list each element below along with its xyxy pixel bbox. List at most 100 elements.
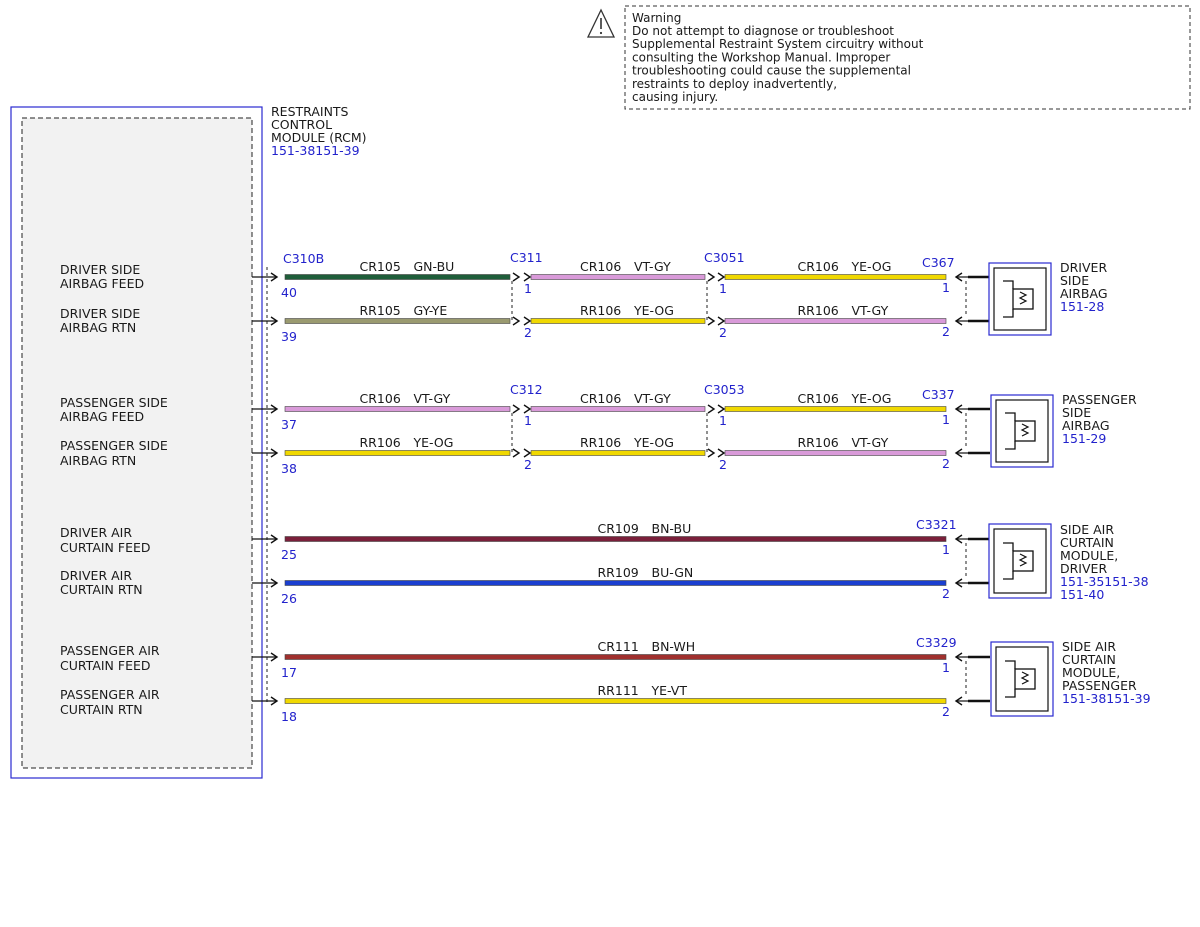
circuit-number: RR105 <box>360 303 401 318</box>
connector-pin-number: 2 <box>719 457 727 472</box>
end-connector-id: C337 <box>922 387 955 402</box>
device-module <box>990 641 1054 717</box>
wire-feed <box>724 406 947 412</box>
device-module <box>988 523 1052 599</box>
rcm-pin-number: 38 <box>281 461 297 476</box>
end-pin-number: 2 <box>942 324 950 339</box>
device-inner-border <box>993 267 1047 331</box>
wire-feed <box>530 274 706 280</box>
circuit-number: CR105 <box>360 259 401 274</box>
wire-color-code: YE-VT <box>651 683 688 698</box>
wire-color-code: VT-GY <box>852 303 889 318</box>
rcm-signal-label: PASSENGER SIDE <box>60 438 168 453</box>
circuit-number: CR109 <box>598 521 639 536</box>
end-pin-number: 1 <box>942 412 950 427</box>
pin-chevron <box>512 448 521 458</box>
end-pin-number: 1 <box>942 660 950 675</box>
wire-color-code: VT-GY <box>414 391 451 406</box>
wire-return <box>530 450 706 456</box>
connector-pin-number: 2 <box>524 325 532 340</box>
pin-chevron <box>707 272 716 282</box>
inline-connector-id: C311 <box>510 250 543 265</box>
wire-color-code: BU-GN <box>652 565 694 580</box>
pin-chevron <box>717 404 726 414</box>
rcm-pin-number: 40 <box>281 285 297 300</box>
rcm-pin-number: 17 <box>281 665 297 680</box>
warning-line: Do not attempt to diagnose or troublesho… <box>632 24 894 38</box>
circuit-number: CR106 <box>580 259 621 274</box>
pin-chevron <box>717 316 726 326</box>
pin-chevron <box>523 316 532 326</box>
wire-return <box>724 450 947 456</box>
rcm-signal-label: DRIVER SIDE <box>60 306 140 321</box>
wire-return <box>284 450 511 456</box>
rcm-signal-label: CURTAIN FEED <box>60 658 151 673</box>
rcm-signal-label: DRIVER SIDE <box>60 262 140 277</box>
wiring-diagram: Warning Do not attempt to diagnose or tr… <box>10 5 1191 779</box>
wire-feed <box>284 654 947 660</box>
wire-color-code: VT-GY <box>852 435 889 450</box>
rcm-pin-number: 37 <box>281 417 297 432</box>
inline-connector-id: C3053 <box>704 382 745 397</box>
end-connector-id: C3329 <box>916 635 957 650</box>
rcm-signal-label: AIRBAG RTN <box>60 453 136 468</box>
device-module <box>990 394 1054 468</box>
circuit-number: CR106 <box>580 391 621 406</box>
warning-title: Warning <box>632 11 681 25</box>
wire-color-code: YE-OG <box>851 391 892 406</box>
wire-return <box>284 318 511 324</box>
wire-color-code: YE-OG <box>851 259 892 274</box>
circuit-number: RR111 <box>598 683 639 698</box>
wire-return <box>724 318 947 324</box>
rcm-signal-label: AIRBAG RTN <box>60 320 136 335</box>
end-pin-number: 1 <box>942 280 950 295</box>
circuit-number: CR106 <box>798 259 839 274</box>
warning-line: consulting the Workshop Manual. Improper <box>632 50 890 64</box>
rcm-pin-number: 39 <box>281 329 297 344</box>
rcm-signal-label: DRIVER AIR <box>60 568 132 583</box>
rcm-signal-label: AIRBAG FEED <box>60 409 144 424</box>
rcm-signal-label: CURTAIN RTN <box>60 702 143 717</box>
rcm-signal-label: CURTAIN RTN <box>60 582 143 597</box>
rcm-pin-number: 26 <box>281 591 297 606</box>
circuit-number: RR106 <box>798 435 839 450</box>
wire-return <box>284 580 947 586</box>
rcm-signal-label: PASSENGER SIDE <box>60 395 168 410</box>
wire-color-code: YE-OG <box>633 303 674 318</box>
connector-pin-number: 1 <box>719 413 727 428</box>
pin-chevron <box>707 316 716 326</box>
warning-triangle-icon <box>586 8 616 38</box>
device-reference: 151-40 <box>1060 587 1104 602</box>
end-connector-id: C367 <box>922 255 955 270</box>
pin-chevron <box>523 272 532 282</box>
circuit-number: CR111 <box>598 639 639 654</box>
wire-color-code: VT-GY <box>634 391 671 406</box>
connector-pin-number: 1 <box>524 281 532 296</box>
circuit-number: RR106 <box>798 303 839 318</box>
device-reference: 151-29 <box>1062 431 1106 446</box>
device-inner-border <box>993 528 1047 594</box>
circuit-number: CR106 <box>360 391 401 406</box>
pin-chevron <box>717 448 726 458</box>
wire-color-code: YE-OG <box>413 435 454 450</box>
wire-return <box>284 698 947 704</box>
wire-feed <box>284 274 511 280</box>
wire-color-code: GY-YE <box>414 303 448 318</box>
warning-line: causing injury. <box>632 90 718 104</box>
wire-feed <box>530 406 706 412</box>
device-module <box>988 262 1052 336</box>
end-pin-number: 2 <box>942 704 950 719</box>
rcm-pin-number: 25 <box>281 547 297 562</box>
pin-chevron <box>717 272 726 282</box>
end-connector-id: C3321 <box>916 517 957 532</box>
wire-feed <box>284 536 947 542</box>
end-pin-number: 2 <box>942 586 950 601</box>
device-inner-border <box>995 646 1049 712</box>
circuit-number: RR109 <box>598 565 639 580</box>
rcm-signal-label: PASSENGER AIR <box>60 643 160 658</box>
warning-line: Supplemental Restraint System circuitry … <box>632 37 924 51</box>
device-reference: 151-28 <box>1060 299 1104 314</box>
pin-chevron <box>523 404 532 414</box>
inline-connector-id: C310B <box>283 251 324 266</box>
connector-pin-number: 2 <box>719 325 727 340</box>
